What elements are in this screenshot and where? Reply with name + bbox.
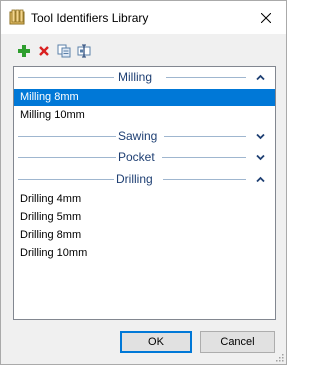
group-divider [18, 157, 116, 158]
group-header-pocket[interactable]: Pocket [14, 149, 275, 166]
chevron-down-icon[interactable] [256, 132, 265, 141]
group-divider [18, 179, 114, 180]
tool-list[interactable]: Milling Milling 8mm Milling 10mm Sawing … [13, 66, 276, 320]
rename-button[interactable] [77, 44, 91, 58]
list-item-drilling-10mm[interactable]: Drilling 10mm [14, 245, 275, 262]
list-item-milling-8mm[interactable]: Milling 8mm [14, 89, 275, 106]
group-divider [164, 136, 246, 137]
list-item-milling-10mm[interactable]: Milling 10mm [14, 107, 275, 124]
cancel-button[interactable]: Cancel [200, 331, 275, 353]
add-button[interactable] [17, 44, 31, 58]
copy-button[interactable] [57, 44, 71, 58]
delete-button[interactable] [37, 44, 51, 58]
window-title: Tool Identifiers Library [31, 11, 149, 25]
list-item-drilling-4mm[interactable]: Drilling 4mm [14, 191, 275, 208]
chevron-down-icon[interactable] [256, 153, 265, 162]
library-icon [9, 9, 25, 25]
copy-icon [57, 44, 71, 58]
title-bar[interactable]: Tool Identifiers Library [1, 1, 286, 34]
chevron-up-icon[interactable] [256, 73, 265, 82]
chevron-up-icon[interactable] [256, 175, 265, 184]
ok-button[interactable]: OK [120, 331, 192, 353]
group-divider [163, 179, 246, 180]
group-header-sawing[interactable]: Sawing [14, 128, 275, 145]
dialog-window: Tool Identifiers Library Milling Milling… [0, 0, 287, 365]
group-title-sawing: Sawing [118, 129, 158, 143]
group-divider [18, 77, 114, 78]
add-icon [18, 45, 30, 57]
resize-grip-icon[interactable] [274, 352, 284, 362]
group-divider [166, 77, 246, 78]
rename-icon [77, 44, 91, 58]
group-header-milling[interactable]: Milling [14, 69, 275, 86]
close-button[interactable] [246, 1, 286, 34]
group-divider [162, 157, 246, 158]
delete-icon [39, 46, 49, 56]
toolbar [17, 44, 91, 62]
group-title-milling: Milling [118, 70, 153, 84]
list-item-drilling-8mm[interactable]: Drilling 8mm [14, 227, 275, 244]
group-title-drilling: Drilling [116, 172, 153, 186]
group-title-pocket: Pocket [118, 150, 155, 164]
group-header-drilling[interactable]: Drilling [14, 171, 275, 188]
group-divider [18, 136, 116, 137]
close-icon [261, 12, 271, 23]
list-item-drilling-5mm[interactable]: Drilling 5mm [14, 209, 275, 226]
